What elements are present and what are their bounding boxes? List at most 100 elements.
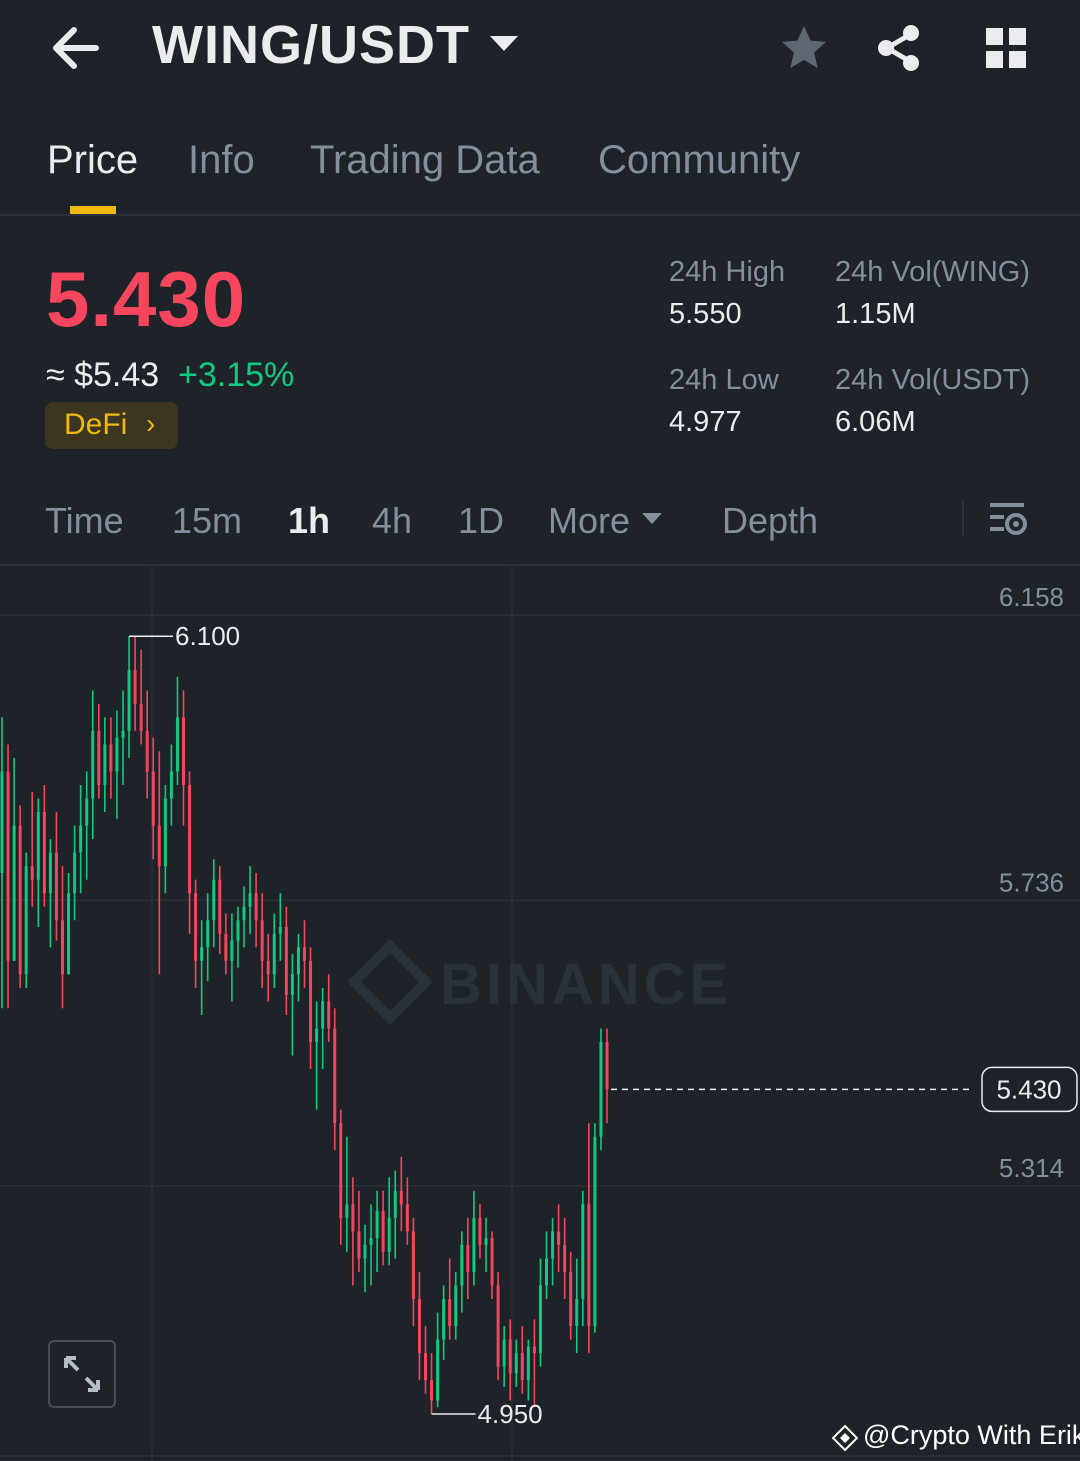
back-button[interactable]: [44, 18, 108, 78]
candle-body: [212, 879, 216, 921]
candle-body: [417, 1299, 421, 1354]
candle-body: [266, 960, 270, 975]
high-label: 24h High: [669, 256, 786, 288]
tab-price[interactable]: Price: [47, 138, 138, 183]
interval-more[interactable]: More: [548, 500, 630, 542]
interval-time[interactable]: Time: [45, 500, 124, 542]
grid-icon[interactable]: [980, 22, 1032, 74]
candle-body: [315, 1028, 319, 1043]
candle-body: [206, 920, 210, 948]
candle-body: [363, 1244, 367, 1259]
binance-watermark: BINANCE: [440, 952, 732, 1017]
chart-settings-icon[interactable]: [988, 500, 1028, 538]
candle-body: [375, 1211, 379, 1239]
active-tab-indicator: [70, 206, 116, 214]
caret-down-icon[interactable]: [490, 36, 518, 51]
candle-body: [508, 1339, 512, 1374]
candle-body: [260, 920, 264, 961]
last-price: 5.430: [46, 255, 247, 343]
candle-body: [532, 1346, 536, 1354]
vol-quote-label: 24h Vol(USDT): [835, 364, 1031, 396]
candle-body: [12, 825, 16, 961]
candle-body: [405, 1204, 409, 1232]
candle-body: [109, 744, 113, 772]
candle-body: [248, 893, 252, 907]
candle-body: [54, 852, 58, 921]
vol-quote-value: 6.06M: [835, 406, 916, 438]
candle-body: [460, 1244, 464, 1286]
candle-body: [284, 927, 288, 995]
vol-base-value: 1.15M: [835, 298, 916, 330]
candle-body: [145, 730, 149, 772]
binance-diamond-icon: [831, 1424, 859, 1452]
interval-4h[interactable]: 4h: [372, 500, 412, 542]
candle-body: [175, 717, 179, 772]
arrow-left-icon: [53, 27, 99, 69]
candle-body: [133, 670, 137, 704]
candle-body: [599, 1042, 603, 1137]
candle-body: [242, 906, 246, 921]
candle-body: [121, 730, 125, 738]
candle-body: [24, 866, 28, 975]
candle-body: [6, 771, 10, 961]
candle-body: [351, 1204, 355, 1232]
expand-button[interactable]: [48, 1340, 116, 1408]
candle-body: [139, 703, 143, 731]
candle-body: [520, 1353, 524, 1381]
candle-body: [42, 812, 46, 894]
candle-body: [466, 1244, 470, 1272]
credit-watermark: @Crypto With Erik: [863, 1420, 1080, 1450]
candle-body: [182, 717, 185, 786]
defi-tag-label: DeFi: [64, 408, 128, 441]
candle-body: [169, 771, 173, 799]
candle-body: [345, 1204, 349, 1218]
star-icon[interactable]: [778, 22, 830, 74]
candle-body: [424, 1353, 427, 1381]
candle-body: [230, 940, 234, 961]
chart-markers: 6.100 4.950 5.430: [129, 621, 1078, 1429]
candle-body: [593, 1136, 597, 1327]
binance-logo-watermark: [346, 938, 434, 1026]
candlestick-chart[interactable]: BINANCE 6.100 4.950 5.430 6.158 5.736 5.314: [0, 566, 1080, 1461]
more-caret-icon: [642, 513, 662, 524]
low-label: 24h Low: [669, 364, 779, 396]
candle-body: [442, 1299, 446, 1340]
candle-body: [484, 1238, 488, 1245]
price-axis-label: 5.736: [999, 867, 1064, 897]
share-icon[interactable]: [873, 22, 925, 74]
high-value: 5.550: [669, 298, 742, 330]
candle-body: [563, 1244, 567, 1272]
candle-body: [545, 1258, 548, 1286]
candle-body: [575, 1299, 579, 1327]
expand-icon: [64, 1356, 100, 1392]
interval-1d[interactable]: 1D: [458, 500, 504, 542]
candle-body: [399, 1190, 403, 1205]
interval-1h[interactable]: 1h: [288, 500, 330, 542]
interval-separator: [962, 500, 964, 536]
candle-body: [151, 771, 155, 826]
tab-info[interactable]: Info: [188, 138, 255, 183]
candle-body: [188, 785, 192, 894]
candle-body: [490, 1238, 494, 1286]
candle-body: [296, 947, 300, 975]
interval-15m[interactable]: 15m: [172, 500, 242, 542]
candle-body: [557, 1231, 561, 1245]
low-value: 4.977: [669, 406, 742, 438]
candle-body: [97, 730, 101, 786]
candle-body: [496, 1285, 500, 1367]
price-change-percent: +3.15%: [178, 356, 295, 394]
candle-body: [200, 947, 204, 961]
candle-body: [303, 947, 306, 961]
candle-body: [472, 1217, 476, 1272]
price-axis-label: 6.158: [999, 582, 1064, 612]
tab-community[interactable]: Community: [598, 138, 800, 183]
candle-body: [454, 1285, 458, 1327]
candle-body: [157, 825, 161, 867]
tab-trading-data[interactable]: Trading Data: [310, 138, 540, 183]
candle-body: [569, 1271, 573, 1327]
candle-body: [79, 825, 83, 853]
last-price-label: 5.430: [996, 1074, 1061, 1104]
candle-body: [333, 1028, 337, 1124]
depth-tab[interactable]: Depth: [722, 500, 818, 542]
pair-title[interactable]: WING/USDT: [152, 14, 470, 76]
